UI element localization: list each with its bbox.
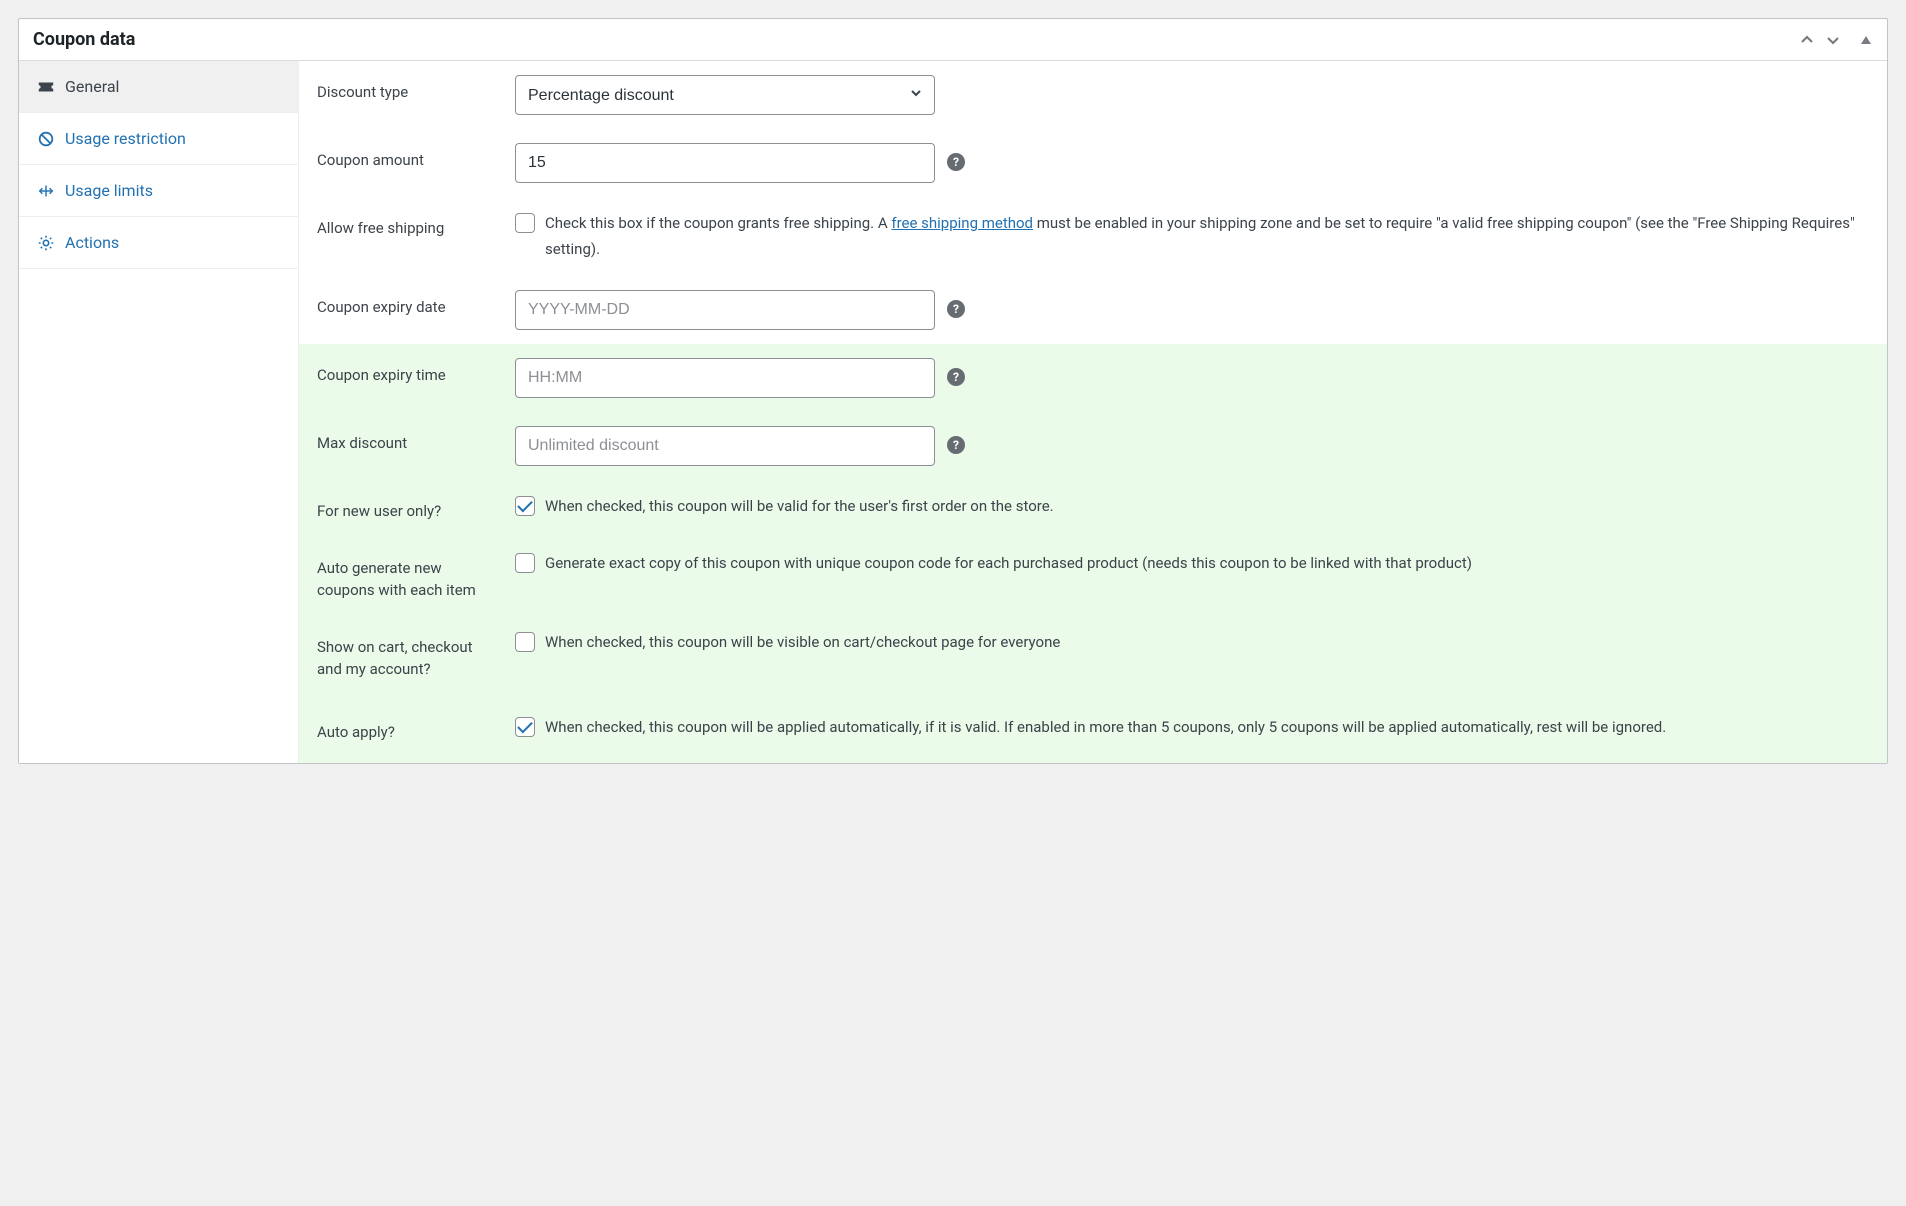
for-new-user-label: For new user only?	[317, 494, 495, 523]
field-show-on-cart: Show on cart, checkout and my account? W…	[299, 616, 1887, 695]
tab-label: General	[65, 77, 119, 96]
tab-general[interactable]: General	[19, 61, 298, 113]
panel-body: General Usage restriction Usage limits A…	[19, 61, 1887, 763]
tab-usage-restriction[interactable]: Usage restriction	[19, 113, 298, 165]
tab-label: Usage limits	[65, 181, 153, 200]
tab-usage-limits[interactable]: Usage limits	[19, 165, 298, 217]
field-auto-apply: Auto apply? When checked, this coupon wi…	[299, 695, 1887, 764]
tab-label: Usage restriction	[65, 129, 186, 148]
coupon-general-form: Discount type Percentage discount Coupon…	[299, 61, 1887, 763]
move-up-icon[interactable]	[1799, 32, 1815, 48]
field-coupon-expiry-date: Coupon expiry date ?	[299, 276, 1887, 344]
help-icon[interactable]: ?	[947, 436, 965, 454]
field-max-discount: Max discount ?	[299, 412, 1887, 480]
field-discount-type: Discount type Percentage discount	[299, 61, 1887, 129]
auto-generate-label: Auto generate new coupons with each item	[317, 551, 495, 602]
allow-free-shipping-label: Allow free shipping	[317, 211, 495, 262]
show-on-cart-label: Show on cart, checkout and my account?	[317, 630, 495, 681]
field-coupon-amount: Coupon amount ?	[299, 129, 1887, 197]
max-discount-input[interactable]	[515, 426, 935, 466]
for-new-user-checkbox[interactable]	[515, 496, 535, 516]
allow-free-shipping-checkbox[interactable]	[515, 213, 535, 233]
free-shipping-method-link[interactable]: free shipping method	[891, 214, 1033, 232]
coupon-amount-input[interactable]	[515, 143, 935, 183]
coupon-expiry-date-input[interactable]	[515, 290, 935, 330]
auto-apply-description: When checked, this coupon will be applie…	[545, 715, 1666, 741]
panel-header: Coupon data	[19, 19, 1887, 61]
max-discount-label: Max discount	[317, 426, 495, 466]
coupon-data-panel: Coupon data General	[18, 18, 1888, 764]
auto-apply-checkbox[interactable]	[515, 717, 535, 737]
coupon-amount-label: Coupon amount	[317, 143, 495, 183]
ticket-icon	[37, 78, 55, 96]
discount-type-select[interactable]: Percentage discount	[515, 75, 935, 115]
field-auto-generate: Auto generate new coupons with each item…	[299, 537, 1887, 616]
auto-apply-label: Auto apply?	[317, 715, 495, 744]
field-coupon-expiry-time: Coupon expiry time ?	[299, 344, 1887, 412]
tab-actions[interactable]: Actions	[19, 217, 298, 269]
coupon-expiry-time-label: Coupon expiry time	[317, 358, 495, 398]
discount-type-label: Discount type	[317, 75, 495, 115]
field-for-new-user: For new user only? When checked, this co…	[299, 480, 1887, 537]
coupon-data-tabs: General Usage restriction Usage limits A…	[19, 61, 299, 763]
field-allow-free-shipping: Allow free shipping Check this box if th…	[299, 197, 1887, 276]
for-new-user-description: When checked, this coupon will be valid …	[545, 494, 1054, 520]
tab-label: Actions	[65, 233, 119, 252]
coupon-expiry-date-label: Coupon expiry date	[317, 290, 495, 330]
gear-icon	[37, 234, 55, 252]
auto-generate-checkbox[interactable]	[515, 553, 535, 573]
panel-header-actions	[1799, 32, 1873, 48]
move-down-icon[interactable]	[1825, 32, 1841, 48]
show-on-cart-checkbox[interactable]	[515, 632, 535, 652]
help-icon[interactable]: ?	[947, 153, 965, 171]
help-icon[interactable]: ?	[947, 300, 965, 318]
help-icon[interactable]: ?	[947, 368, 965, 386]
limits-icon	[37, 182, 55, 200]
auto-generate-description: Generate exact copy of this coupon with …	[545, 551, 1472, 577]
coupon-expiry-time-input[interactable]	[515, 358, 935, 398]
allow-free-shipping-description: Check this box if the coupon grants free…	[545, 211, 1869, 262]
show-on-cart-description: When checked, this coupon will be visibl…	[545, 630, 1060, 656]
toggle-collapse-icon[interactable]	[1859, 33, 1873, 47]
panel-title: Coupon data	[33, 29, 135, 50]
no-entry-icon	[37, 130, 55, 148]
